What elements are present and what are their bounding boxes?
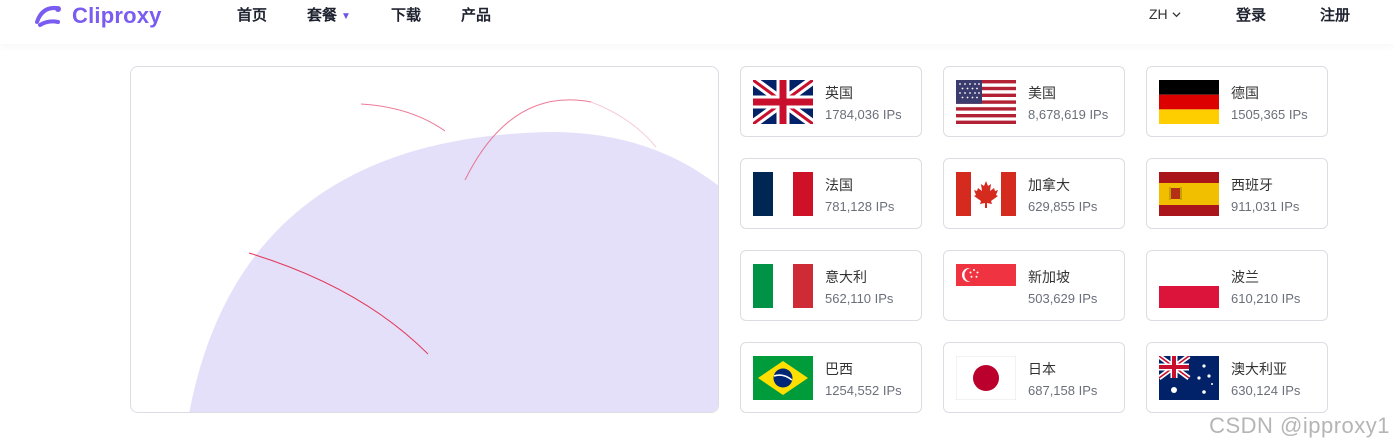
country-name: 法国: [825, 177, 853, 193]
spain-flag-icon: [1159, 172, 1219, 216]
watermark-text: CSDN @ipproxy1: [1209, 413, 1390, 438]
ip-count: 610,210 IPs: [1231, 291, 1301, 306]
globe-illustration: [189, 99, 718, 412]
germany-flag-icon: [1159, 80, 1219, 124]
ip-count: 1505,365 IPs: [1231, 107, 1308, 122]
language-selector[interactable]: ZH: [1149, 6, 1181, 22]
italy-flag-icon: [753, 264, 813, 308]
nav-home[interactable]: 首页: [237, 4, 267, 25]
brand-name: Cliproxy: [72, 3, 162, 28]
country-card-us[interactable]: 美国 8,678,619 IPs: [943, 66, 1125, 137]
ip-count: 687,158 IPs: [1028, 383, 1098, 398]
world-map-illustration: [130, 66, 719, 413]
country-card-sg[interactable]: 新加坡 503,629 IPs: [943, 250, 1125, 321]
ip-count: 630,124 IPs: [1231, 383, 1301, 398]
brazil-flag-icon: [753, 356, 813, 400]
japan-flag-icon: [956, 356, 1016, 400]
country-card-es[interactable]: 西班牙 911,031 IPs: [1146, 158, 1328, 229]
country-name: 澳大利亚: [1231, 361, 1287, 377]
ip-count: 8,678,619 IPs: [1028, 107, 1109, 122]
country-name: 德国: [1231, 85, 1259, 101]
ip-count: 1254,552 IPs: [825, 383, 902, 398]
france-flag-icon: [753, 172, 813, 216]
country-name: 日本: [1028, 361, 1056, 377]
australia-flag-icon: [1159, 356, 1219, 400]
chevron-down-icon: [1172, 11, 1181, 17]
country-card-fr[interactable]: 法国 781,128 IPs: [740, 158, 922, 229]
register-link[interactable]: 注册: [1320, 4, 1350, 25]
country-name: 美国: [1028, 85, 1056, 101]
country-name: 波兰: [1231, 269, 1259, 285]
country-card-de[interactable]: 德国 1505,365 IPs: [1146, 66, 1328, 137]
ip-count: 1784,036 IPs: [825, 107, 902, 122]
logo-mark-icon: [35, 5, 61, 27]
canada-flag-icon: [956, 172, 1016, 216]
top-nav-bar: Cliproxy 首页 套餐 ▼ 下载 产品 ZH 登录 注册: [0, 0, 1394, 44]
us-flag-icon: [956, 80, 1016, 124]
login-link[interactable]: 登录: [1236, 4, 1266, 25]
country-name: 意大利: [825, 269, 867, 285]
ip-count: 629,855 IPs: [1028, 199, 1098, 214]
country-card-uk[interactable]: 英国 1784,036 IPs: [740, 66, 922, 137]
country-name: 西班牙: [1231, 177, 1273, 193]
caret-down-icon: ▼: [341, 11, 351, 22]
language-label: ZH: [1149, 6, 1168, 22]
ip-count: 562,110 IPs: [825, 291, 894, 306]
poland-flag-icon: [1159, 264, 1219, 308]
country-card-it[interactable]: 意大利 562,110 IPs: [740, 250, 922, 321]
ip-count: 503,629 IPs: [1028, 291, 1098, 306]
country-name: 新加坡: [1028, 269, 1070, 285]
brand-logo[interactable]: Cliproxy: [34, 2, 162, 30]
ip-count: 911,031 IPs: [1231, 199, 1300, 214]
uk-flag-icon: [753, 80, 813, 124]
country-card-pl[interactable]: 波兰 610,210 IPs: [1146, 250, 1328, 321]
nav-plans[interactable]: 套餐 ▼: [307, 4, 351, 25]
country-card-ca[interactable]: 加拿大 629,855 IPs: [943, 158, 1125, 229]
country-card-jp[interactable]: 日本 687,158 IPs: [943, 342, 1125, 413]
ip-count: 781,128 IPs: [825, 199, 895, 214]
nav-plans-label: 套餐: [307, 7, 338, 24]
nav-products[interactable]: 产品: [461, 4, 491, 25]
country-card-br[interactable]: 巴西 1254,552 IPs: [740, 342, 922, 413]
country-name: 英国: [825, 85, 853, 101]
country-name: 加拿大: [1028, 177, 1070, 193]
nav-download[interactable]: 下载: [391, 4, 421, 25]
country-name: 巴西: [825, 361, 853, 377]
singapore-flag-icon: [956, 264, 1016, 308]
country-card-au[interactable]: 澳大利亚 630,124 IPs: [1146, 342, 1328, 413]
